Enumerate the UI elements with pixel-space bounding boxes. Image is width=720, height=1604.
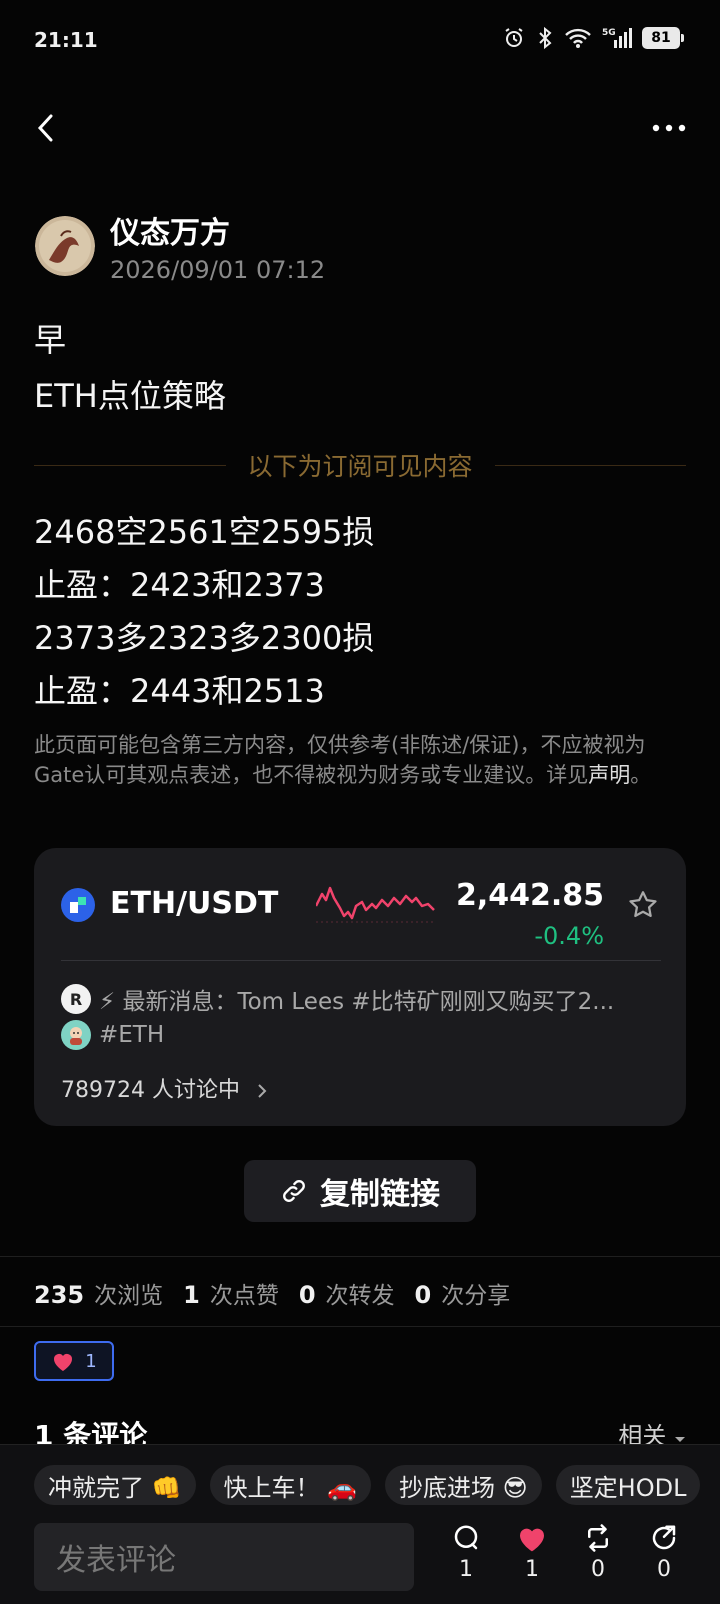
tag-row[interactable]: #ETH <box>61 1018 164 1052</box>
section-divider <box>0 1326 720 1327</box>
news-source-icon: R <box>61 984 91 1014</box>
disclaimer-link[interactable]: 声明 <box>588 763 630 787</box>
author-avatar[interactable] <box>35 216 95 276</box>
star-icon <box>629 891 657 918</box>
share-count: 0 <box>657 1557 671 1582</box>
price-sparkline <box>316 886 435 923</box>
disclaimer-end: 。 <box>630 763 652 787</box>
quick-reply-chip[interactable]: 快上车！ 🚗 <box>209 1465 372 1505</box>
post-timestamp: 2026/09/01 07:12 <box>110 256 326 284</box>
shares-count: 0 <box>414 1281 432 1309</box>
comment-input[interactable]: 发表评论 <box>34 1523 414 1591</box>
chevron-down-icon <box>675 1437 685 1442</box>
comment-icon <box>454 1525 478 1550</box>
repost-count: 0 <box>591 1557 605 1582</box>
bluetooth-icon <box>539 26 552 50</box>
post-body-line: 2468空2561空2595损 <box>34 513 375 551</box>
bottom-bar: 冲就完了 👊 快上车！ 🚗 抄底进场 😎 坚定HODL 发表评论 1 1 0 0 <box>0 1444 720 1604</box>
alarm-icon <box>505 28 523 47</box>
subscriber-divider-label: 以下为订阅可见内容 <box>247 452 473 481</box>
status-bar: 21:11 5G 81 <box>0 0 720 80</box>
signal-icon: 5G <box>602 28 632 48</box>
post-body-line: 止盈：2443和2513 <box>34 672 325 710</box>
market-card[interactable]: ETH/USDT 2,442.85 -0.4% R ⚡ 最新消息：Tom Lee… <box>34 848 686 1126</box>
shares-label: 次分享 <box>441 1283 511 1309</box>
repost-button[interactable]: 0 <box>576 1523 620 1582</box>
views-label: 次浏览 <box>94 1283 164 1309</box>
quick-reply-chip[interactable]: 冲就完了 👊 <box>34 1465 196 1505</box>
more-options-button[interactable] <box>644 108 694 148</box>
heart-icon <box>520 1528 544 1552</box>
chevron-right-icon <box>258 1084 267 1098</box>
price-change: -0.4% <box>534 922 604 950</box>
share-icon <box>652 1525 676 1550</box>
back-button[interactable] <box>26 108 66 148</box>
reaction-count: 1 <box>85 1350 97 1372</box>
trading-pair: ETH/USDT <box>110 886 279 921</box>
link-icon <box>283 1180 305 1202</box>
repost-icon <box>588 1524 608 1552</box>
share-button[interactable]: 0 <box>642 1523 686 1582</box>
battery-indicator: 81 <box>642 27 684 49</box>
topic-tag: #ETH <box>99 1022 165 1048</box>
favorite-button[interactable] <box>626 888 660 922</box>
section-divider <box>0 1256 720 1257</box>
copy-link-label: 复制链接 <box>320 1177 440 1212</box>
views-count: 235 <box>34 1281 85 1309</box>
more-dots-icon <box>652 124 686 132</box>
copy-link-button[interactable]: 复制链接 <box>244 1160 476 1222</box>
author-name[interactable]: 仪态万方 <box>110 208 230 252</box>
tag-avatar-icon <box>61 1020 91 1050</box>
card-divider <box>61 960 661 961</box>
likes-count: 1 <box>183 1281 200 1309</box>
wifi-icon <box>565 28 591 48</box>
price-value: 2,442.85 <box>455 878 604 913</box>
svg-text:5G: 5G <box>602 28 616 38</box>
quick-reply-chip[interactable]: 坚定HODL <box>555 1465 701 1505</box>
news-row[interactable]: R ⚡ 最新消息：Tom Lees #比特矿刚刚又购买了2... <box>61 982 671 1016</box>
quick-replies: 冲就完了 👊 快上车！ 🚗 抄底进场 😎 坚定HODL <box>34 1465 701 1505</box>
status-icons: 5G 81 <box>502 26 684 50</box>
post-body: 2468空2561空2595损 止盈：2423和2373 2373多2323多2… <box>34 506 374 718</box>
comment-count: 1 <box>459 1557 473 1582</box>
disclaimer: 此页面可能包含第三方内容，仅供参考(非陈述/保证)，不应被视为Gate认可其观点… <box>34 730 690 790</box>
post-title-line: ETH点位策略 <box>34 377 226 415</box>
post-title-line: 早 <box>34 321 67 359</box>
post-body-line: 2373多2323多2300损 <box>34 619 375 657</box>
quick-reply-chip[interactable]: 抄底进场 😎 <box>385 1465 542 1505</box>
like-button[interactable]: 1 <box>510 1523 554 1582</box>
reposts-label: 次转发 <box>325 1283 395 1309</box>
divider-line <box>34 464 226 466</box>
subscriber-divider: 以下为订阅可见内容 <box>34 448 687 482</box>
likes-label: 次点赞 <box>209 1283 279 1309</box>
like-count: 1 <box>525 1557 539 1582</box>
chevron-left-icon <box>37 114 53 142</box>
status-time: 21:11 <box>34 28 98 52</box>
discussion-count[interactable]: 789724 人讨论中 <box>61 1072 269 1104</box>
news-headline: ⚡ 最新消息：Tom Lees #比特矿刚刚又购买了2... <box>99 989 615 1015</box>
discussion-count-label: 789724 人讨论中 <box>61 1078 240 1103</box>
heart-icon <box>54 1354 73 1371</box>
comment-button[interactable]: 1 <box>444 1523 488 1582</box>
divider-line <box>494 464 687 466</box>
post-stats: 235 次浏览 1 次点赞 0 次转发 0 次分享 <box>34 1276 510 1310</box>
heart-reaction-chip[interactable]: 1 <box>34 1341 114 1381</box>
reposts-count: 0 <box>298 1281 316 1309</box>
gate-coin-icon <box>61 888 95 922</box>
disclaimer-text: 此页面可能包含第三方内容，仅供参考(非陈述/保证)，不应被视为Gate认可其观点… <box>34 733 646 787</box>
post-body-line: 止盈：2423和2373 <box>34 566 325 604</box>
post-title: 早 ETH点位策略 <box>34 312 226 424</box>
